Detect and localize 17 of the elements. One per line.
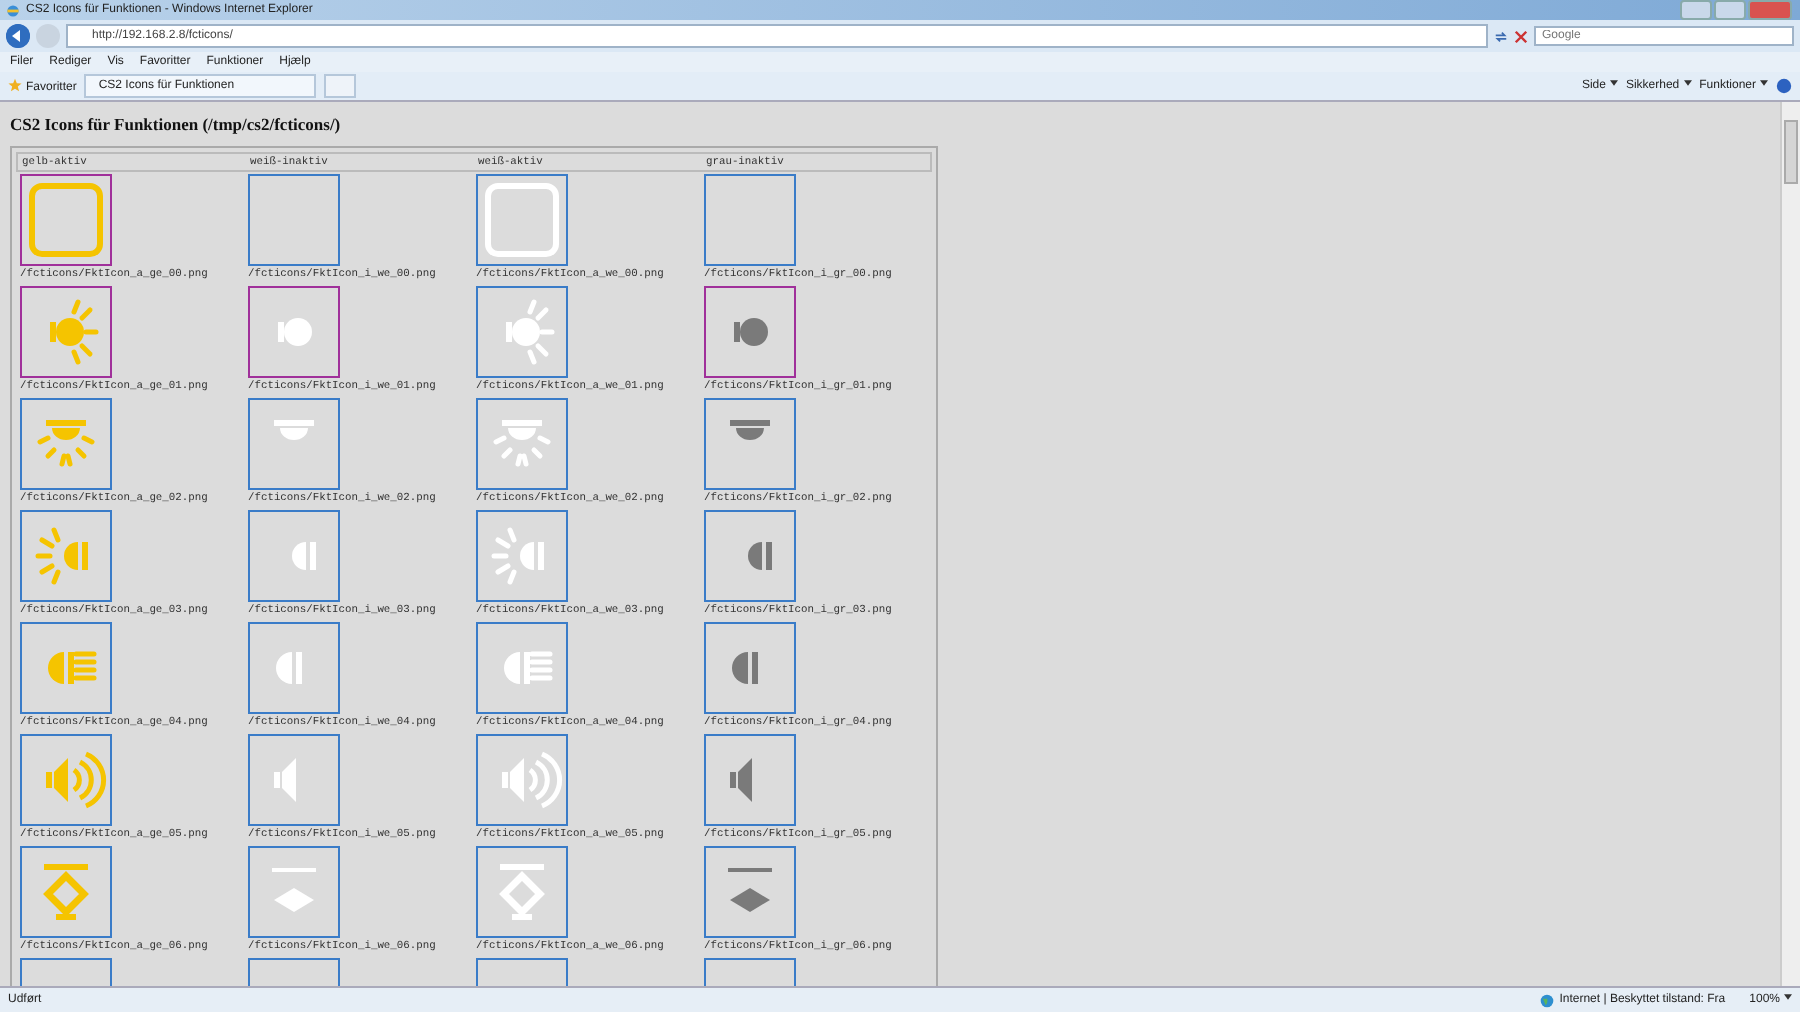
caret-icon	[1784, 994, 1792, 1000]
star-icon	[8, 78, 22, 92]
help-icon[interactable]	[1776, 78, 1792, 94]
close-button[interactable]	[1748, 0, 1792, 20]
new-tab-button[interactable]	[324, 74, 357, 98]
caret-icon	[1683, 80, 1692, 86]
close-icon[interactable]	[1514, 29, 1528, 43]
caret-icon	[1609, 80, 1618, 86]
caret-icon	[1760, 80, 1768, 86]
refresh-icon[interactable]	[1494, 29, 1508, 43]
minimize-button[interactable]	[1680, 0, 1712, 20]
maximize-button[interactable]	[1714, 0, 1746, 20]
page-heading: CS2 Icons für Funktionen (/tmp/cs2/fcticons/)	[10, 114, 343, 134]
globe-icon	[1539, 993, 1554, 1007]
back-button[interactable]	[6, 24, 30, 48]
browser-logo-icon	[6, 3, 20, 17]
vertical-scrollbar[interactable]	[1780, 102, 1800, 986]
